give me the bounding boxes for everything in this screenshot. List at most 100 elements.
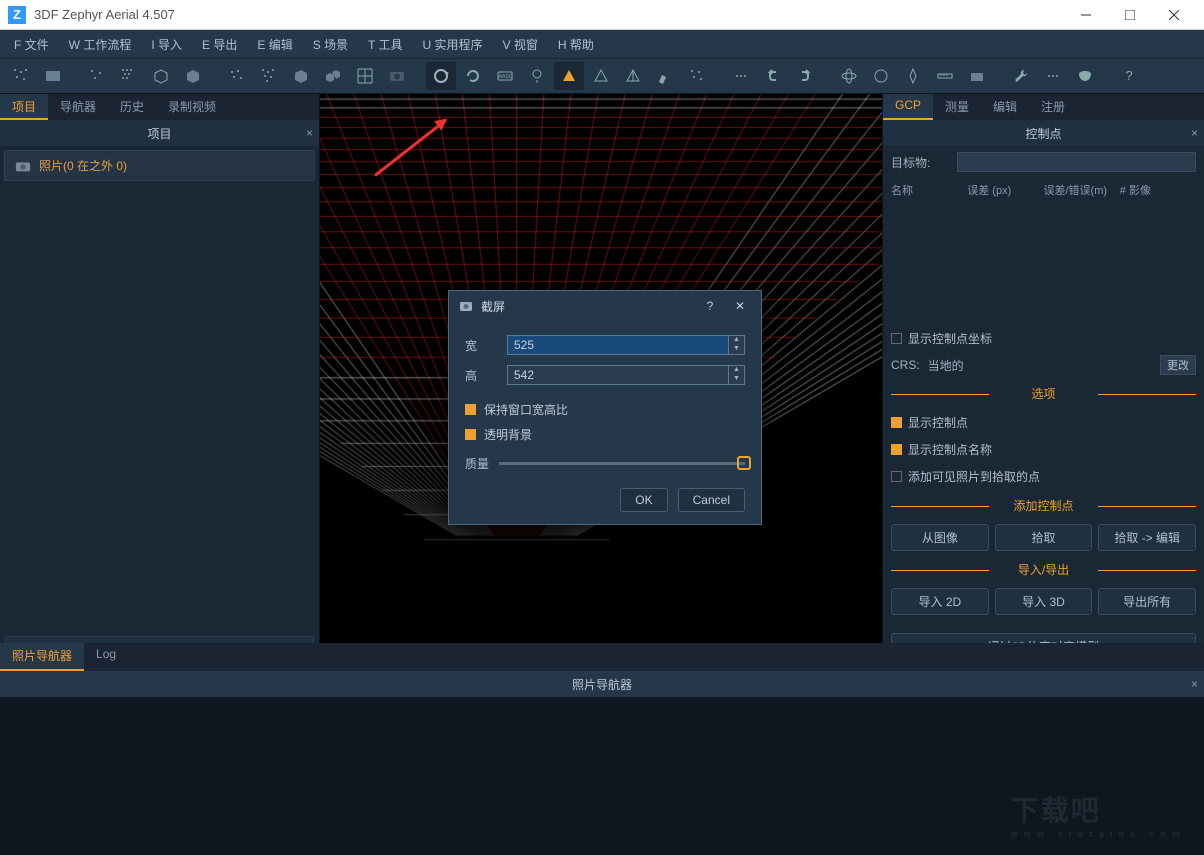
menu-workflow[interactable]: W 工作流程 [61,32,140,57]
scatter3-icon[interactable] [682,62,712,90]
close-button[interactable] [1152,1,1196,29]
points-icon[interactable] [6,62,36,90]
sparse-points-icon[interactable] [82,62,112,90]
scatter2-icon[interactable] [254,62,284,90]
wrench-icon[interactable] [1006,62,1036,90]
cubes-icon[interactable] [318,62,348,90]
tab-navigator[interactable]: 导航器 [48,94,108,120]
checkbox-add-visible[interactable] [891,471,902,482]
dots2-icon[interactable] [1038,62,1068,90]
import-3d-button[interactable]: 导入 3D [995,588,1093,615]
photos-row[interactable]: 照片(0 在之外 0) [4,150,315,181]
menu-import[interactable]: I 导入 [143,32,190,57]
menu-scene[interactable]: S 场景 [305,32,356,57]
menu-help[interactable]: H 帮助 [550,32,602,57]
camera-icon[interactable] [382,62,412,90]
atom-icon[interactable] [834,62,864,90]
height-input[interactable] [507,365,729,385]
mask-icon[interactable] [1070,62,1100,90]
triangle-axis-icon[interactable] [618,62,648,90]
bottom-tabs: 照片导航器 Log [0,643,1204,671]
menu-tools[interactable]: T 工具 [360,32,410,57]
maximize-button[interactable] [1108,1,1152,29]
height-label: 高 [465,367,507,384]
width-input[interactable] [507,335,729,355]
tab-photo-nav[interactable]: 照片导航器 [0,643,84,671]
camera-icon [459,300,473,312]
cube-wire-icon[interactable] [146,62,176,90]
menu-file[interactable]: F 文件 [6,32,57,57]
panel-close-icon[interactable]: × [306,126,313,140]
cp-table-headers: 名称 误差 (px) 误差/错误(m) # 影像 [891,178,1196,206]
camera-icon [15,159,31,173]
cube-solid-icon[interactable] [178,62,208,90]
triangle-solid-icon[interactable] [554,62,584,90]
cube2-icon[interactable] [286,62,316,90]
right-panel-title: 控制点 × [883,120,1204,146]
height-spinner[interactable]: ▲▼ [729,365,745,385]
change-crs-button[interactable]: 更改 [1160,355,1196,375]
checkbox-show-cp-name[interactable] [891,444,902,455]
menu-utilities[interactable]: U 实用程序 [415,32,491,57]
io-title: 导入/导出 [891,561,1196,578]
ok-button[interactable]: OK [620,488,667,512]
keep-ratio-checkbox[interactable] [465,404,476,415]
menu-edit[interactable]: E 编辑 [249,32,300,57]
wasd-icon[interactable]: WASD [490,62,520,90]
left-panel-title-text: 项目 [147,125,171,142]
dots-icon[interactable] [726,62,756,90]
add-cp-title: 添加控制点 [891,497,1196,514]
rotate-icon[interactable] [458,62,488,90]
target-label: 目标物: [891,154,949,171]
tab-register[interactable]: 注册 [1029,94,1077,120]
chunk-icon[interactable] [962,62,992,90]
app-title: 3DF Zephyr Aerial 4.507 [34,7,1064,22]
import-2d-button[interactable]: 导入 2D [891,588,989,615]
help-icon[interactable]: ? [1114,62,1144,90]
from-image-button[interactable]: 从图像 [891,524,989,551]
quality-slider[interactable] [499,462,745,465]
tab-record[interactable]: 录制视频 [156,94,228,120]
tab-history[interactable]: 历史 [108,94,156,120]
mesh-icon[interactable] [350,62,380,90]
menubar: F 文件 W 工作流程 I 导入 E 导出 E 编辑 S 场景 T 工具 U 实… [0,30,1204,58]
export-all-button[interactable]: 导出所有 [1098,588,1196,615]
width-spinner[interactable]: ▲▼ [729,335,745,355]
triangle-outline-icon[interactable] [586,62,616,90]
surface-icon[interactable] [38,62,68,90]
dense-points-icon[interactable] [114,62,144,90]
tab-log[interactable]: Log [84,643,128,671]
minimize-button[interactable] [1064,1,1108,29]
pick-button[interactable]: 拾取 [995,524,1093,551]
width-label: 宽 [465,337,507,354]
menu-export[interactable]: E 导出 [194,32,245,57]
dialog-close-button[interactable]: ✕ [729,299,751,313]
photos-label: 照片(0 在之外 0) [39,157,127,174]
ruler-icon[interactable] [930,62,960,90]
tab-project[interactable]: 项目 [0,94,48,120]
pick-edit-button[interactable]: 拾取 -> 编辑 [1098,524,1196,551]
crs-value: 当地的 [928,357,964,374]
titlebar: Z 3DF Zephyr Aerial 4.507 [0,0,1204,30]
brush-icon[interactable] [650,62,680,90]
toolbar: WASD ? [0,58,1204,94]
tab-edit[interactable]: 编辑 [981,94,1029,120]
scatter1-icon[interactable] [222,62,252,90]
dialog-help-button[interactable]: ? [699,299,721,313]
checkbox-show-cp[interactable] [891,417,902,428]
redo-icon[interactable] [790,62,820,90]
compass-icon[interactable] [898,62,928,90]
cancel-button[interactable]: Cancel [678,488,745,512]
transparent-checkbox[interactable] [465,429,476,440]
tab-measure[interactable]: 测量 [933,94,981,120]
orbit-icon[interactable] [426,62,456,90]
panel-close-icon[interactable]: × [1191,677,1198,691]
circle-icon[interactable] [866,62,896,90]
panel-close-icon[interactable]: × [1191,126,1198,140]
checkbox-show-coords[interactable] [891,333,902,344]
light-icon[interactable] [522,62,552,90]
target-input[interactable] [957,152,1196,172]
tab-gcp[interactable]: GCP [883,94,933,120]
menu-view[interactable]: V 视窗 [495,32,546,57]
undo-icon[interactable] [758,62,788,90]
